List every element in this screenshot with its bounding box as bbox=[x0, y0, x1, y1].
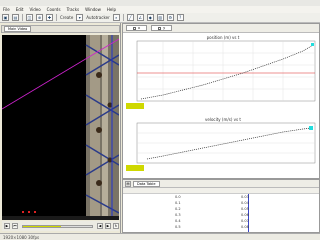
menu-video[interactable]: Video bbox=[29, 7, 40, 12]
plot-selector-y[interactable]: y bbox=[151, 25, 173, 31]
menu-bar: File Edit Video Coords Tracks Window Hel… bbox=[0, 6, 320, 13]
cell-x: 0.04 bbox=[241, 201, 249, 205]
table-row[interactable]: 0.5 0.08 bbox=[123, 225, 319, 231]
axes-icon[interactable]: ✚ bbox=[46, 14, 53, 21]
zoom-icon[interactable]: ⌕ bbox=[112, 14, 120, 21]
data-table-panel: ▤ Data Table 0.0 0.03 0.1 0.04 0.2 0.05 0.3… bbox=[122, 179, 320, 233]
player-controls: ▶ ⏮ ◀ ▶ ↻ bbox=[2, 221, 119, 231]
table-menu-icon[interactable]: ▤ bbox=[125, 180, 131, 187]
autotracker-button[interactable]: Autotracker bbox=[86, 15, 109, 20]
top-plot-title: position (m) vs t bbox=[207, 35, 240, 40]
clip-settings-icon[interactable]: ◫ bbox=[26, 14, 33, 21]
ruler-icon[interactable]: ╱ bbox=[126, 14, 134, 21]
plot-tab-bar: x y bbox=[123, 24, 319, 33]
open-icon[interactable]: ▣ bbox=[2, 14, 9, 21]
step-forward-icon[interactable]: ▶ bbox=[105, 223, 111, 229]
menu-coords[interactable]: Coords bbox=[47, 7, 61, 12]
track-icon[interactable]: ◆ bbox=[146, 14, 154, 21]
table-header bbox=[123, 188, 319, 194]
cell-t: 0.3 bbox=[175, 213, 181, 217]
table-body: 0.0 0.03 0.1 0.04 0.2 0.05 0.3 0.06 0.4 0.07 … bbox=[123, 195, 319, 231]
help-icon[interactable]: ? bbox=[176, 14, 184, 21]
cell-t: 0.1 bbox=[175, 201, 181, 205]
menu-window[interactable]: Window bbox=[85, 7, 101, 12]
plot-panel: x y position (m) vs t velocity (m/s) vs … bbox=[122, 23, 320, 179]
loop-icon[interactable]: ↻ bbox=[113, 223, 119, 229]
toolbar-separator bbox=[122, 14, 124, 21]
plot-selector-x[interactable]: x bbox=[126, 25, 148, 31]
right-pane: x y position (m) vs t velocity (m/s) vs … bbox=[122, 23, 320, 233]
video-tab-bar: Main Video bbox=[1, 25, 120, 33]
plots-canvas: position (m) vs t velocity (m/s) vs t bbox=[126, 35, 316, 171]
cell-t: 0.2 bbox=[175, 207, 181, 211]
reset-icon[interactable]: ⏮ bbox=[12, 223, 18, 229]
status-bar: 1920×1080 30fps bbox=[0, 233, 320, 240]
plot-tab-y-label: y bbox=[163, 26, 166, 30]
status-text: 1920×1080 30fps bbox=[3, 235, 40, 240]
slider-fill bbox=[23, 225, 61, 227]
tab-main-video[interactable]: Main Video bbox=[4, 26, 32, 32]
toolbar-separator bbox=[56, 14, 57, 21]
protractor-icon[interactable]: ∠ bbox=[136, 14, 144, 21]
options-icon[interactable]: ⚙ bbox=[166, 14, 174, 21]
create-track-button[interactable]: Create bbox=[60, 15, 73, 20]
frame-slider[interactable] bbox=[22, 224, 93, 228]
dropdown-icon[interactable]: ▾ bbox=[76, 14, 84, 21]
cell-t: 0.4 bbox=[175, 219, 181, 223]
video-frame[interactable] bbox=[2, 35, 119, 220]
menu-tracks[interactable]: Tracks bbox=[67, 7, 80, 12]
cell-t: 0.5 bbox=[175, 225, 181, 229]
step-back-icon[interactable]: ◀ bbox=[97, 223, 103, 229]
cell-x: 0.06 bbox=[241, 213, 249, 217]
cell-x: 0.08 bbox=[241, 225, 249, 229]
calibration-icon[interactable]: ⊕ bbox=[36, 14, 43, 21]
tab-data-table[interactable]: Data Table bbox=[133, 180, 160, 187]
toolbar-separator bbox=[22, 14, 23, 21]
plot-tab-x-label: x bbox=[138, 26, 141, 30]
video-pane: Main Video ▶ ⏮ ◀ ▶ ↻ bbox=[0, 23, 121, 233]
cell-x: 0.07 bbox=[241, 219, 249, 223]
cell-x: 0.03 bbox=[241, 195, 249, 199]
filter-icon[interactable]: ▥ bbox=[156, 14, 164, 21]
play-icon[interactable]: ▶ bbox=[4, 223, 10, 229]
cell-x: 0.05 bbox=[241, 207, 249, 211]
menu-help[interactable]: Help bbox=[107, 7, 116, 12]
app-window: File Edit Video Coords Tracks Window Hel… bbox=[0, 0, 320, 240]
menu-file[interactable]: File bbox=[3, 7, 10, 12]
bottom-plot-title: velocity (m/s) vs t bbox=[205, 117, 241, 122]
checkbox-y[interactable] bbox=[158, 26, 162, 30]
toolbar: ▣ ▤ ◫ ⊕ ✚ Create ▾ Autotracker ⌕ ╱ ∠ ◆ ▥… bbox=[0, 13, 320, 23]
video-canvas bbox=[2, 35, 119, 220]
cell-t: 0.0 bbox=[175, 195, 181, 199]
top-plot-area bbox=[136, 40, 316, 102]
checkbox-x[interactable] bbox=[133, 26, 136, 30]
save-icon[interactable]: ▤ bbox=[12, 14, 19, 21]
table-tab-bar: ▤ Data Table bbox=[123, 180, 319, 188]
menu-edit[interactable]: Edit bbox=[16, 7, 24, 12]
